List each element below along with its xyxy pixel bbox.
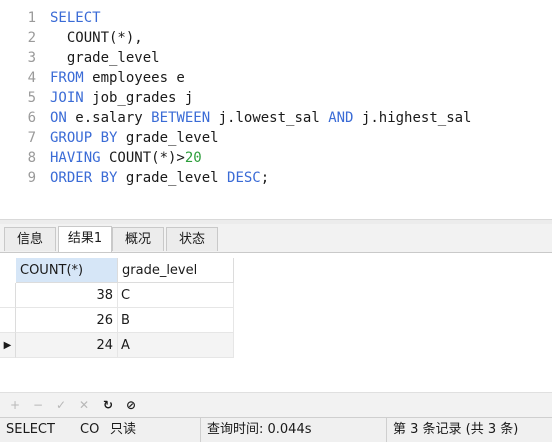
sql-text: e.salary — [66, 110, 152, 126]
sql-keyword: DESC — [227, 170, 261, 186]
refresh-icon[interactable]: ↻ — [99, 396, 117, 414]
code-line[interactable]: 4 FROM employees e — [0, 68, 185, 88]
sql-text: employees e — [83, 70, 185, 86]
grid-toolbar: + − ✓ ✕ ↻ ⊘ — [0, 392, 552, 417]
line-number: 6 — [27, 110, 36, 126]
cell-grade-level[interactable]: B — [118, 308, 234, 333]
status-query-type: SELECT — [6, 422, 55, 437]
sql-text: ; — [260, 170, 270, 186]
line-number: 5 — [27, 90, 36, 106]
apply-changes-icon[interactable]: ✓ — [52, 396, 70, 414]
row-selector[interactable] — [0, 283, 16, 308]
tab-info[interactable]: 信息 — [4, 227, 56, 251]
sql-text: grade_level — [50, 50, 160, 66]
sql-editor[interactable]: 1 SELECT 2 COUNT(*), 3 grade_level 4 FROM emp… — [0, 0, 552, 219]
sql-keyword: FROM — [50, 70, 84, 86]
add-record-icon[interactable]: + — [6, 396, 24, 414]
sql-text: grade_level — [117, 130, 219, 146]
sql-text: j.lowest_sal — [210, 110, 329, 126]
sql-text: COUNT(*), — [50, 30, 143, 46]
line-number: 4 — [27, 70, 36, 86]
tab-result-1[interactable]: 结果1 — [58, 226, 112, 252]
code-line[interactable]: 5 JOIN job_grades j — [0, 88, 194, 108]
column-header-count[interactable]: COUNT(*) — [16, 258, 118, 283]
line-number: 1 — [27, 10, 36, 26]
current-row-arrow-icon[interactable]: ▶ — [0, 333, 16, 358]
cell-grade-level[interactable]: C — [118, 283, 234, 308]
status-bar: SELECT CO 只读 查询时间: 0.044s 第 3 条记录 (共 3 条… — [0, 417, 552, 442]
table-row[interactable]: 26 B — [0, 308, 234, 333]
discard-changes-icon[interactable]: ✕ — [75, 396, 93, 414]
code-line[interactable]: 3 grade_level — [0, 48, 160, 68]
sql-keyword: AND — [328, 110, 354, 126]
tab-status[interactable]: 状态 — [166, 227, 218, 251]
code-line[interactable]: 8 HAVING COUNT(*)>20 — [0, 148, 202, 168]
code-line[interactable]: 9 ORDER BY grade_level DESC; — [0, 168, 270, 188]
status-query-time: 查询时间: 0.044s — [200, 418, 386, 442]
sql-keyword: ON — [50, 110, 67, 126]
sql-keyword: GROUP BY — [50, 130, 118, 146]
sql-keyword: ORDER BY — [50, 170, 118, 186]
tab-profile[interactable]: 概况 — [112, 227, 164, 251]
sql-number: 20 — [184, 150, 202, 166]
sql-text: j.highest_sal — [353, 110, 472, 126]
sql-text: job_grades j — [83, 90, 194, 106]
status-truncated-text: CO — [80, 422, 100, 437]
sql-keyword: JOIN — [50, 90, 84, 106]
sql-keyword: SELECT — [50, 10, 101, 26]
table-row[interactable]: 38 C — [0, 283, 234, 308]
stop-icon[interactable]: ⊘ — [122, 396, 140, 414]
cell-count[interactable]: 26 — [16, 308, 118, 333]
sql-text: grade_level — [117, 170, 228, 186]
code-line[interactable]: 7 GROUP BY grade_level — [0, 128, 219, 148]
sql-keyword: BETWEEN — [151, 110, 211, 126]
result-tabbar: 信息 结果1 概况 状态 — [0, 224, 552, 253]
result-grid[interactable]: COUNT(*) grade_level 38 C 26 B ▶ 24 A — [0, 253, 552, 392]
row-selector[interactable] — [0, 308, 16, 333]
code-line[interactable]: 1 SELECT — [0, 8, 101, 28]
line-number: 2 — [27, 30, 36, 46]
code-line[interactable]: 6 ON e.salary BETWEEN j.lowest_sal AND j.… — [0, 108, 472, 128]
line-number: 3 — [27, 50, 36, 66]
column-header-grade-level[interactable]: grade_level — [118, 258, 234, 283]
sql-keyword: HAVING — [50, 150, 101, 166]
cell-grade-level[interactable]: A — [118, 333, 234, 358]
table-row[interactable]: ▶ 24 A — [0, 333, 234, 358]
delete-record-icon[interactable]: − — [29, 396, 47, 414]
line-number: 8 — [27, 150, 36, 166]
cell-count[interactable]: 38 — [16, 283, 118, 308]
cell-count[interactable]: 24 — [16, 333, 118, 358]
line-number: 9 — [27, 170, 36, 186]
line-number: 7 — [27, 130, 36, 146]
code-line[interactable]: 2 COUNT(*), — [0, 28, 143, 48]
sql-text: COUNT(*)> — [100, 150, 185, 166]
status-read-only: 只读 — [110, 422, 137, 437]
status-record-info: 第 3 条记录 (共 3 条) — [386, 418, 552, 442]
